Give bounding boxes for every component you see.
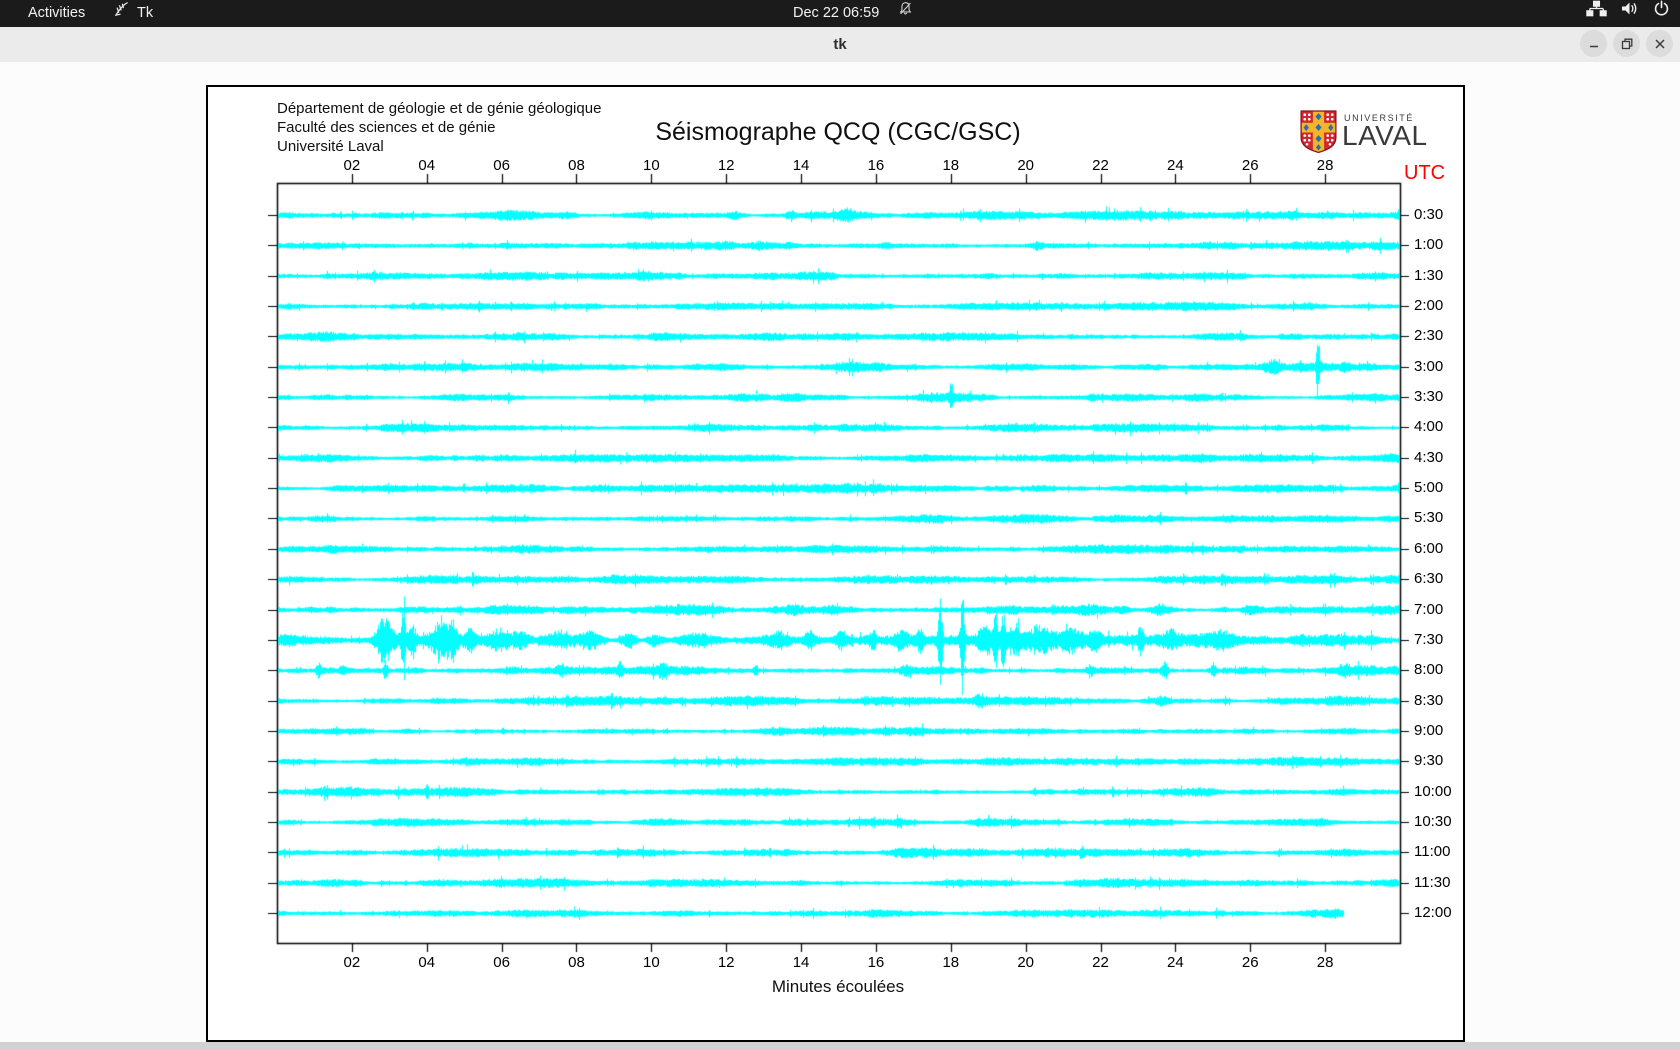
restore-button[interactable] xyxy=(1613,30,1640,57)
clock-menu[interactable]: Dec 22 06:59 xyxy=(793,0,879,27)
x-axis-title: Minutes écoulées xyxy=(771,977,905,996)
power-icon[interactable] xyxy=(1653,0,1670,27)
department-address: Département de géologie et de génie géol… xyxy=(277,99,601,156)
seismograph-frame xyxy=(206,85,1465,1042)
desktop-strip xyxy=(0,1042,1680,1050)
gnome-top-bar: Activities Tk Dec 22 06:59 xyxy=(0,0,1680,27)
volume-icon[interactable] xyxy=(1620,0,1640,27)
close-button[interactable] xyxy=(1646,30,1673,57)
laval-shield-icon xyxy=(1300,110,1337,157)
window-title-bar: tk xyxy=(0,27,1680,63)
universite-laval-logo: UNIVERSITÉ LAVAL xyxy=(1300,110,1460,156)
activities-button[interactable]: Activities xyxy=(28,0,85,27)
address-line-2: Faculté des sciences et de génie xyxy=(277,119,496,136)
minimize-button[interactable] xyxy=(1580,30,1607,57)
address-line-3: Université Laval xyxy=(277,138,384,155)
focused-app-name[interactable]: Tk xyxy=(137,0,153,27)
utc-label: UTC xyxy=(1404,162,1446,184)
page-title: Séismographe QCQ (CGC/GSC) xyxy=(655,118,1021,146)
notifications-off-icon[interactable] xyxy=(897,0,914,27)
network-wired-icon[interactable] xyxy=(1586,0,1607,27)
window-title: tk xyxy=(833,36,847,53)
desktop-screen: Activities Tk Dec 22 06:59 tk Départemen… xyxy=(0,0,1680,1050)
address-line-1: Département de géologie et de génie géol… xyxy=(277,100,602,117)
tk-feather-icon xyxy=(112,0,131,27)
logo-laval-text: LAVAL xyxy=(1342,120,1428,151)
